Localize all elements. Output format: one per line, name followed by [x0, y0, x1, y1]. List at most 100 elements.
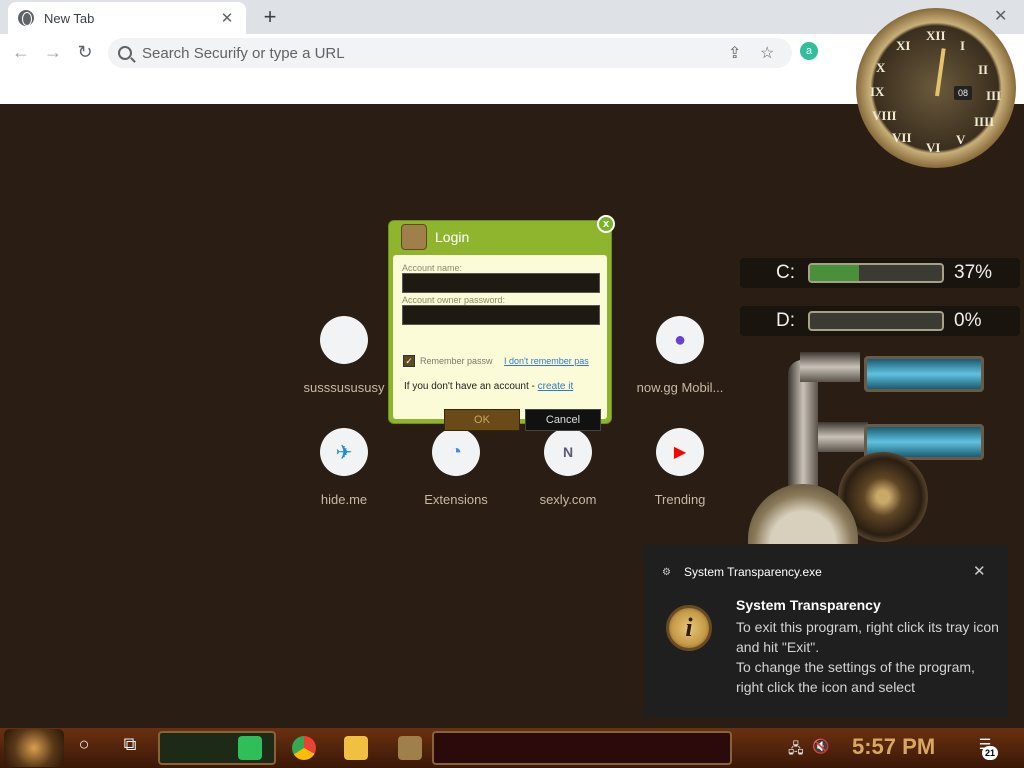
volume-muted-icon[interactable]: 🔇 — [812, 738, 829, 755]
hideme-icon: ✈ — [320, 428, 368, 476]
shortcut-tile[interactable]: ▶ Trending — [624, 428, 736, 507]
forward-button[interactable]: → — [42, 42, 64, 63]
cancel-button[interactable]: Cancel — [525, 409, 601, 431]
pipe-decoration — [800, 352, 860, 382]
shortcut-tile[interactable]: ◔ Extensions — [400, 428, 512, 507]
remember-checkbox[interactable]: ✓ — [403, 355, 415, 367]
blank-icon — [320, 316, 368, 364]
taskbar: ○ ⧉ 🖧 🔇 5:57 PM ☰ 21 — [0, 728, 1024, 768]
no-account-prefix: If you don't have an account - — [404, 381, 538, 392]
shortcut-tile[interactable]: ✈ hide.me — [288, 428, 400, 507]
pipe-decoration — [818, 422, 868, 452]
notes-app-icon[interactable] — [238, 736, 262, 760]
notification-line: To exit this program, right click its tr… — [736, 619, 999, 655]
tab-close-button[interactable]: ✕ — [218, 9, 236, 27]
clock-hand — [935, 48, 946, 97]
no-account-text: If you don't have an account - create it — [404, 381, 573, 392]
shortcut-tile[interactable]: susssusususy — [288, 316, 400, 395]
extension-icon[interactable]: a — [800, 42, 818, 60]
password-field[interactable] — [402, 305, 600, 325]
tube-gauge — [864, 356, 984, 392]
clock-numeral: X — [876, 60, 886, 75]
shortcut-label: susssusususy — [303, 380, 385, 395]
nowgg-icon: ● — [656, 316, 704, 364]
remember-label: Remember passw — [420, 356, 493, 366]
drive-percent: 0% — [954, 310, 982, 331]
drive-letter: C: — [776, 262, 795, 283]
shortcut-label: hide.me — [320, 492, 368, 507]
app-logo-icon — [401, 224, 427, 250]
notification-count-badge: 21 — [982, 746, 998, 760]
extensions-icon: ◔ — [432, 428, 480, 476]
notification-line: To change the settings of the program, r… — [736, 659, 975, 695]
drive-gauge-d[interactable]: D: 0% — [740, 306, 1020, 336]
login-dialog: Login x Account name: ▼ Account owner pa… — [388, 215, 615, 431]
omnibox[interactable]: ⇪ ☆ — [108, 38, 792, 68]
star-icon[interactable]: ☆ — [760, 43, 774, 63]
shortcut-tile[interactable]: ● now.gg Mobil... — [624, 316, 736, 395]
clock-numeral: V — [956, 132, 966, 147]
info-icon: i — [666, 605, 712, 651]
clock-numeral: I — [960, 38, 966, 53]
account-name-field[interactable] — [402, 273, 600, 293]
clock-gadget[interactable]: XII I II III IIII V VI VII VIII IX X XI … — [856, 8, 1016, 168]
taskbar-panel — [432, 731, 732, 765]
shortcut-label: Extensions — [424, 492, 488, 507]
login-close-button[interactable]: x — [597, 215, 615, 233]
task-view-icon[interactable]: ⧉ — [116, 734, 144, 755]
account-name-label: Account name: — [402, 263, 463, 273]
drive-usage-bar — [808, 311, 944, 331]
notification-app-name: System Transparency.exe — [684, 565, 822, 579]
drive-usage-bar — [808, 263, 944, 283]
share-icon[interactable]: ⇪ — [728, 43, 741, 63]
login-body: Account name: ▼ Account owner password: … — [393, 255, 607, 431]
clock-numeral: II — [978, 62, 989, 77]
file-explorer-icon[interactable] — [344, 736, 368, 760]
notification-body: To exit this program, right click its tr… — [736, 617, 1000, 697]
action-center-button[interactable]: ☰ 21 — [974, 736, 998, 760]
shortcut-label: sexly.com — [539, 492, 597, 507]
shortcut-label: now.gg Mobil... — [636, 380, 724, 395]
drive-usage-fill — [810, 265, 859, 281]
sexly-icon: N — [544, 428, 592, 476]
notification-title: System Transparency — [736, 597, 881, 613]
login-header[interactable]: Login — [389, 221, 611, 253]
chrome-icon[interactable] — [292, 736, 316, 760]
forgot-password-link[interactable]: I don't remember pas — [504, 356, 604, 366]
clock-numeral: VIII — [872, 108, 897, 123]
new-tab-button[interactable]: + — [258, 4, 282, 30]
notification-close-button[interactable]: ✕ — [973, 562, 986, 580]
search-input[interactable] — [142, 44, 702, 62]
clock-numeral: VII — [892, 130, 912, 145]
notification-toast[interactable]: ⚙ System Transparency.exe ✕ i System Tra… — [644, 545, 1008, 717]
youtube-icon: ▶ — [656, 428, 704, 476]
ok-button[interactable]: OK — [444, 409, 520, 431]
drive-gauge-c[interactable]: C: 37% — [740, 258, 1020, 288]
cortana-icon[interactable]: ○ — [70, 734, 98, 755]
tab-strip: New Tab ✕ + ✕ — [0, 0, 1024, 34]
app-small-icon: ⚙ — [662, 567, 671, 578]
clock-date: 08 — [954, 86, 972, 100]
clock-numeral: XI — [896, 38, 911, 53]
password-label: Account owner password: — [402, 295, 506, 305]
taskbar-clock[interactable]: 5:57 PM — [852, 734, 935, 760]
drive-percent: 37% — [954, 262, 993, 283]
start-button[interactable] — [4, 729, 64, 767]
tab-new-tab[interactable]: New Tab ✕ — [8, 2, 246, 34]
back-button[interactable]: ← — [10, 42, 32, 63]
shortcut-tile[interactable]: N sexly.com — [512, 428, 624, 507]
shortcut-label: Trending — [654, 492, 706, 507]
search-icon — [118, 46, 132, 60]
globe-icon — [18, 10, 34, 26]
clock-numeral: VI — [926, 140, 941, 155]
network-icon[interactable]: 🖧 — [788, 738, 804, 762]
create-account-link[interactable]: create it — [538, 381, 574, 392]
login-title: Login — [435, 229, 470, 245]
tab-title: New Tab — [44, 10, 95, 26]
window-close-button[interactable]: ✕ — [994, 6, 1007, 26]
game-app-icon[interactable] — [398, 736, 422, 760]
clock-numeral: IIII — [974, 114, 995, 129]
drive-letter: D: — [776, 310, 795, 331]
reload-button[interactable]: ↻ — [74, 42, 96, 63]
clock-numeral: III — [986, 88, 1002, 103]
